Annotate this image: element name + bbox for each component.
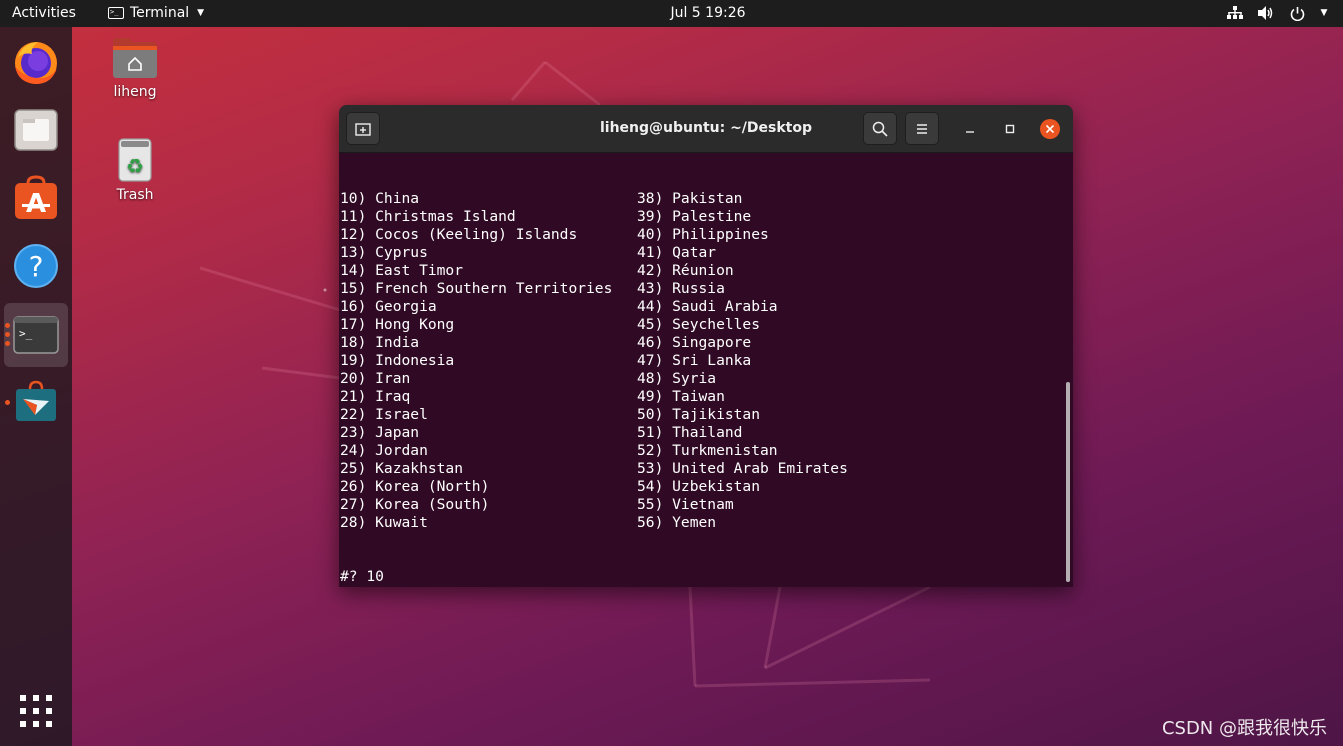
menu-button[interactable]	[905, 112, 939, 145]
running-indicator	[5, 332, 10, 337]
dock-software-center[interactable]: A	[11, 173, 61, 223]
terminal-line: 47) Sri Lanka	[637, 352, 752, 369]
dock-help[interactable]: ?	[11, 241, 61, 291]
svg-text:?: ?	[29, 250, 44, 283]
search-button[interactable]	[863, 112, 897, 145]
close-icon	[1040, 119, 1060, 139]
installer-icon	[16, 380, 56, 421]
terminal-line: 23) Japan	[340, 424, 420, 441]
terminal-line: 21) Iraq	[340, 388, 411, 405]
desktop-trash-label: Trash	[116, 187, 154, 203]
terminal-line: 19) Indonesia	[340, 352, 455, 369]
system-menu[interactable]: ▼	[1226, 4, 1329, 22]
terminal-line: 28) Kuwait	[340, 514, 428, 531]
desktop-trash[interactable]: ♻ Trash	[95, 137, 175, 203]
terminal-window[interactable]: liheng@ubuntu: ~/Desktop 10) China 11) C…	[339, 105, 1073, 587]
trash-icon: ♻	[118, 138, 152, 182]
firefox-icon	[15, 42, 57, 84]
show-applications-button[interactable]	[11, 686, 61, 736]
power-icon	[1288, 4, 1306, 22]
country-list-right: 38) Pakistan 39) Palestine 40) Philippines…	[637, 190, 1057, 532]
terminal-line: 56) Yemen	[637, 514, 717, 531]
terminal-line: 38) Pakistan	[637, 190, 743, 207]
terminal-line: #? 10	[340, 568, 384, 585]
volume-icon	[1257, 4, 1275, 22]
terminal-line: 44) Saudi Arabia	[637, 298, 778, 315]
terminal-line: 42) Réunion	[637, 262, 734, 279]
maximize-button[interactable]	[1000, 119, 1020, 139]
terminal-line: 18) India	[340, 334, 420, 351]
terminal-icon: >_	[13, 316, 59, 354]
hamburger-menu-icon	[917, 123, 927, 134]
terminal-line: Please select one of the following timez…	[340, 586, 1060, 587]
terminal-line: 11) Christmas Island	[340, 208, 516, 225]
terminal-line: 40) Philippines	[637, 226, 769, 243]
terminal-line: 15) French Southern Territories	[340, 280, 613, 297]
desktop-home-folder[interactable]: liheng	[95, 36, 175, 100]
terminal-headerbar[interactable]: liheng@ubuntu: ~/Desktop	[339, 105, 1073, 153]
running-indicator	[5, 400, 10, 405]
terminal-after-lines: #? 10Please select one of the following …	[340, 568, 1060, 587]
terminal-line: 49) Taiwan	[637, 388, 725, 405]
terminal-line: 41) Qatar	[637, 244, 717, 261]
terminal-line: 26) Korea (North)	[340, 478, 490, 495]
software-center-icon: A	[15, 175, 57, 219]
close-button[interactable]	[1040, 119, 1060, 139]
terminal-line: 50) Tajikistan	[637, 406, 761, 423]
terminal-line: 54) Uzbekistan	[637, 478, 761, 495]
terminal-line: 25) Kazakhstan	[340, 460, 464, 477]
dock-files[interactable]	[11, 105, 61, 155]
network-icon	[1226, 4, 1244, 22]
terminal-line: 52) Turkmenistan	[637, 442, 778, 459]
help-icon: ?	[14, 244, 58, 288]
watermark: CSDN @跟我很快乐	[1161, 718, 1327, 739]
terminal-line: 43) Russia	[637, 280, 725, 297]
terminal-line: 46) Singapore	[637, 334, 752, 351]
terminal-line: 14) East Timor	[340, 262, 464, 279]
terminal-line: 16) Georgia	[340, 298, 437, 315]
minimize-button[interactable]	[960, 119, 980, 139]
terminal-line: 24) Jordan	[340, 442, 428, 459]
terminal-line: 39) Palestine	[637, 208, 752, 225]
terminal-line: 20) Iran	[340, 370, 411, 387]
app-grid-icon	[20, 695, 52, 727]
terminal-line: 27) Korea (South)	[340, 496, 490, 513]
dock: A ? >_	[0, 27, 72, 746]
minimize-icon	[966, 131, 974, 133]
terminal-line: 13) Cyprus	[340, 244, 428, 261]
dock-firefox[interactable]	[11, 37, 61, 87]
terminal-line: 51) Thailand	[637, 424, 743, 441]
dock-installer[interactable]	[11, 377, 61, 427]
home-folder-icon	[113, 38, 157, 78]
top-bar: Activities >_ Terminal ▼ Jul 5 19:26 ▼	[0, 0, 1343, 27]
terminal-line: 12) Cocos (Keeling) Islands	[340, 226, 578, 243]
terminal-line: 10) China	[340, 190, 420, 207]
terminal-line: 48) Syria	[637, 370, 717, 387]
dock-terminal[interactable]: >_	[4, 303, 68, 367]
terminal-scrollbar[interactable]	[1066, 382, 1070, 582]
desktop-home-label: liheng	[113, 84, 157, 100]
terminal-output[interactable]: 10) China 11) Christmas Island 12) Cocos (…	[340, 154, 1060, 587]
terminal-line: 53) United Arab Emirates	[637, 460, 848, 477]
terminal-line: 55) Vietnam	[637, 496, 734, 513]
running-indicator	[5, 323, 10, 328]
terminal-line: 17) Hong Kong	[340, 316, 455, 333]
chevron-down-icon: ▼	[1320, 8, 1328, 18]
maximize-icon	[1005, 124, 1015, 134]
country-list-left: 10) China 11) Christmas Island 12) Cocos (…	[340, 190, 637, 532]
svg-text:>_: >_	[19, 327, 33, 340]
terminal-line: 45) Seychelles	[637, 316, 761, 333]
search-icon	[872, 121, 888, 137]
terminal-line: 22) Israel	[340, 406, 428, 423]
clock[interactable]: Jul 5 19:26	[0, 5, 1343, 21]
running-indicator	[5, 341, 10, 346]
files-icon	[14, 109, 58, 151]
svg-text:♻: ♻	[126, 154, 144, 178]
